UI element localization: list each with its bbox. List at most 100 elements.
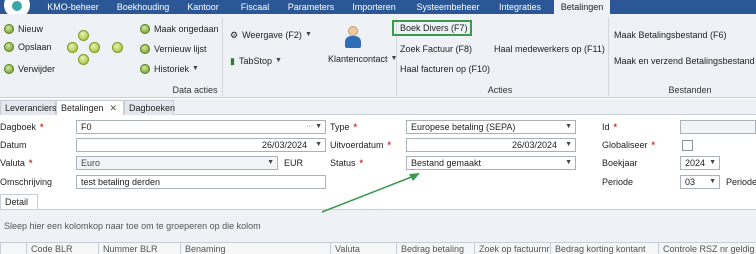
column-header[interactable]: Zoek op factuurnr (474, 243, 550, 254)
search-invoice-label: Zoek Factuur (F8) (400, 44, 473, 54)
customer-contact-icon[interactable] (344, 26, 362, 48)
description-label: Omschrijving (0, 177, 53, 187)
column-header[interactable]: Nummer BLR (98, 243, 180, 254)
menu-parameters[interactable]: Parameters (282, 0, 340, 14)
more-icon[interactable]: ··· ▼ (306, 121, 322, 133)
search-invoice-button[interactable]: Zoek Factuur (F8) (400, 42, 472, 56)
fetch-invoices-label: Haal facturen op (F10) (400, 64, 491, 74)
type-select[interactable]: Europese betaling (SEPA) ▼ (406, 120, 576, 134)
undo-button[interactable]: Maak ongedaan (140, 22, 219, 36)
status-label: Status * (330, 158, 364, 168)
globalize-checkbox[interactable] (682, 140, 693, 151)
refresh-icon (140, 44, 150, 54)
tab-detail[interactable]: Detail (0, 194, 38, 209)
globalize-label: Globaliseer * (602, 140, 656, 150)
menu-kmo-beheer[interactable]: KMO-beheer (40, 0, 106, 14)
undo-icon (140, 24, 150, 34)
customer-contact-label: Klantencontact (328, 54, 388, 64)
tab-label: Leveranciers (5, 103, 57, 113)
column-header[interactable]: Controle RSZ nr geldig to (658, 243, 756, 254)
column-header[interactable]: Bedrag korting kontant (550, 243, 658, 254)
status-select[interactable]: Bestand gemaakt ▼ (406, 156, 576, 170)
save-button[interactable]: Opslaan (4, 40, 52, 54)
chevron-down-icon: ▼ (565, 141, 572, 148)
tabstop-dropdown[interactable]: ▮ TabStop ▼ (230, 54, 282, 68)
nav-up-icon[interactable] (78, 30, 89, 41)
period-extra-label: Periode (726, 177, 756, 187)
nav-last-icon[interactable] (112, 42, 123, 53)
tab-betalingen[interactable]: Betalingen ✕ (56, 100, 124, 115)
column-header[interactable]: Valuta (330, 243, 396, 254)
chevron-down-icon: ▼ (709, 178, 716, 185)
delete-button[interactable]: Verwijder (4, 62, 55, 76)
date-label: Datum (0, 140, 27, 150)
history-dropdown[interactable]: Historiek ▼ (140, 62, 199, 76)
new-label: Nieuw (18, 24, 44, 34)
grid-column-selector[interactable] (0, 243, 26, 254)
currency-select: Euro ▼ (76, 156, 278, 170)
refresh-label: Vernieuw lijst (154, 44, 207, 54)
period-label: Periode (602, 177, 634, 187)
chevron-down-icon: ▼ (565, 123, 572, 130)
group-by-hint: Sleep hier een kolomkop naar toe om te g… (4, 221, 261, 231)
column-header[interactable]: Benaming (180, 243, 330, 254)
date-field[interactable]: 26/03/2024 ▼ (76, 138, 326, 152)
save-label: Opslaan (18, 42, 52, 52)
chevron-down-icon: ▼ (274, 57, 282, 64)
ribbon: Nieuw Opslaan Verwijder Maak ongedaan Ve… (0, 14, 756, 98)
column-header[interactable]: Code BLR (26, 243, 98, 254)
delete-label: Verwijder (18, 64, 56, 74)
tab-leveranciers[interactable]: Leveranciers (0, 100, 57, 115)
tab-label: Betalingen (61, 103, 104, 113)
chevron-down-icon: ▼ (565, 159, 572, 166)
menu-boekhouding[interactable]: Boekhouding (110, 0, 176, 14)
book-various-label: Boek Divers (F7) (400, 23, 468, 33)
description-field[interactable]: test betaling derden (76, 175, 326, 189)
tabstop-label: TabStop (238, 56, 272, 66)
tab-dagboeken[interactable]: Dagboeken (124, 100, 175, 115)
group-label-bestanden: Bestanden (668, 85, 712, 95)
column-header[interactable]: Bedrag betaling (396, 243, 474, 254)
menu-integraties[interactable]: Integraties (490, 0, 550, 14)
make-send-payment-file-button[interactable]: Maak en verzend Betalingsbestand (F5) (614, 54, 756, 68)
execution-date-field[interactable]: 26/03/2024 ▼ (406, 138, 576, 152)
journal-label: Dagboek * (0, 122, 44, 132)
menu-betalingen[interactable]: Betalingen (554, 0, 610, 14)
menu-systeembeheer[interactable]: Systeembeheer (410, 0, 486, 14)
ribbon-separator (608, 18, 609, 96)
customer-contact-button[interactable]: Klantencontact ▼ (328, 52, 397, 66)
nav-down-icon[interactable] (78, 54, 89, 65)
type-label: Type * (330, 122, 358, 132)
undo-label: Maak ongedaan (154, 24, 219, 34)
fiscal-year-select[interactable]: 2024 ▼ (680, 156, 720, 170)
fetch-employees-label: Haal medewerkers op (F11) (494, 44, 605, 54)
view-icon: ⚙ (230, 30, 239, 40)
make-send-payment-file-label: Maak en verzend Betalingsbestand (F5) (614, 56, 756, 66)
view-dropdown[interactable]: ⚙ Weergave (F2) ▼ (230, 28, 312, 42)
document-tabs: Leveranciers Betalingen ✕ Dagboeken (0, 99, 756, 115)
period-select[interactable]: 03 ▼ (680, 175, 720, 189)
chevron-down-icon: ▼ (315, 141, 322, 148)
execution-date-label: Uitvoerdatum * (330, 140, 392, 150)
currency-code: EUR (284, 158, 304, 168)
menu-fiscaal[interactable]: Fiscaal (230, 0, 280, 14)
fetch-employees-button[interactable]: Haal medewerkers op (F11) (494, 42, 605, 56)
id-field (680, 120, 756, 134)
chevron-down-icon: ▼ (267, 159, 274, 166)
save-icon (4, 42, 14, 52)
book-various-button[interactable]: Boek Divers (F7) (400, 21, 468, 35)
close-icon[interactable]: ✕ (110, 103, 118, 113)
new-button[interactable]: Nieuw (4, 22, 43, 36)
nav-right-icon[interactable] (89, 42, 100, 53)
new-icon (4, 24, 14, 34)
make-payment-file-button[interactable]: Maak Betalingsbestand (F6) (614, 28, 727, 42)
menu-kantoor[interactable]: Kantoor (178, 0, 228, 14)
fetch-invoices-button[interactable]: Haal facturen op (F10) (400, 62, 490, 76)
menu-importeren[interactable]: Importeren (344, 0, 404, 14)
journal-field[interactable]: F0 ··· ▼ (76, 120, 326, 134)
delete-icon (4, 64, 14, 74)
payment-form: Dagboek * F0 ··· ▼ Type * Europese betaling… (0, 116, 756, 194)
refresh-list-button[interactable]: Vernieuw lijst (140, 42, 207, 56)
chevron-down-icon: ▼ (709, 159, 716, 166)
nav-left-icon[interactable] (67, 42, 78, 53)
